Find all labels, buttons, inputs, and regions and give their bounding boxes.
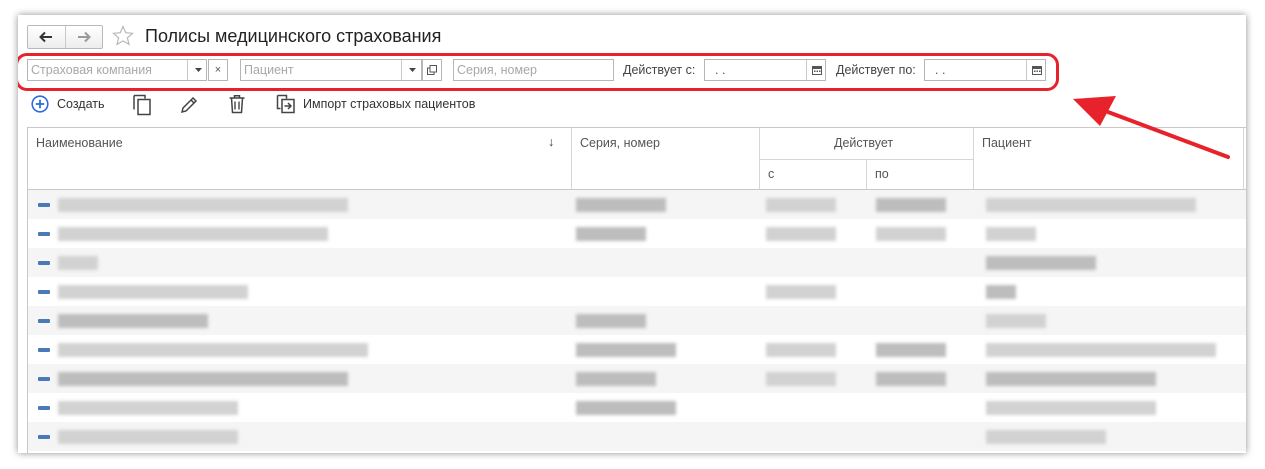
table-row[interactable] (28, 306, 1246, 335)
redacted-cell (58, 285, 248, 299)
redacted-cell (986, 314, 1046, 328)
redacted-cell (576, 372, 656, 386)
navigation-buttons (27, 25, 103, 49)
table-row[interactable] (28, 277, 1246, 306)
redacted-cell (58, 401, 238, 415)
redacted-cell (576, 401, 676, 415)
import-label: Импорт страховых пациентов (303, 97, 476, 111)
redacted-cell (58, 227, 328, 241)
star-icon[interactable] (111, 24, 135, 48)
copy-button[interactable] (132, 94, 152, 116)
table-row[interactable] (28, 248, 1246, 277)
redacted-cell (576, 198, 666, 212)
column-header-valid-from[interactable]: с (768, 167, 774, 181)
redacted-cell (576, 314, 646, 328)
table-row[interactable] (28, 393, 1246, 422)
delete-button[interactable] (228, 94, 246, 114)
table-row[interactable] (28, 364, 1246, 393)
column-header-valid-to[interactable]: по (875, 167, 889, 181)
redacted-cell (986, 285, 1016, 299)
row-status-icon (38, 203, 50, 207)
row-status-icon (38, 406, 50, 410)
row-status-icon (38, 348, 50, 352)
row-status-icon (38, 290, 50, 294)
redacted-cell (876, 372, 946, 386)
redacted-cell (986, 401, 1156, 415)
row-status-icon (38, 319, 50, 323)
filter-highlight-annotation (18, 53, 1059, 91)
table-row[interactable] (28, 335, 1246, 364)
redacted-cell (58, 430, 238, 444)
back-button[interactable] (28, 26, 65, 48)
redacted-cell (576, 343, 676, 357)
redacted-cell (766, 285, 836, 299)
redacted-cell (766, 227, 836, 241)
edit-button[interactable] (179, 95, 199, 115)
column-header-series-number[interactable]: Серия, номер (580, 136, 660, 150)
table-row[interactable] (28, 190, 1246, 219)
row-status-icon (38, 377, 50, 381)
pencil-icon (180, 96, 198, 114)
redacted-cell (876, 343, 946, 357)
arrow-left-icon (39, 31, 53, 43)
create-label: Создать (57, 97, 105, 111)
row-status-icon (38, 261, 50, 265)
redacted-cell (58, 198, 348, 212)
redacted-cell (986, 256, 1096, 270)
row-status-icon (38, 435, 50, 439)
column-header-patient[interactable]: Пациент (982, 136, 1032, 150)
table-row[interactable] (28, 219, 1246, 248)
plus-circle-icon (31, 95, 49, 113)
policies-table: Наименование ↓ Серия, номер Действует с … (27, 127, 1246, 453)
sort-down-icon[interactable]: ↓ (548, 135, 554, 149)
arrow-right-icon (77, 31, 91, 43)
window: Полисы медицинского страхования Страхова… (18, 15, 1246, 453)
redacted-cell (766, 198, 836, 212)
import-insured-patients-button[interactable]: Импорт страховых пациентов (276, 94, 475, 114)
redacted-cell (58, 343, 368, 357)
column-header-valid: Действует (834, 136, 894, 150)
redacted-cell (58, 372, 348, 386)
redacted-cell (876, 198, 946, 212)
copy-icon (133, 94, 151, 116)
page-title: Полисы медицинского страхования (145, 26, 442, 46)
redacted-cell (986, 372, 1156, 386)
redacted-cell (986, 227, 1036, 241)
redacted-cell (876, 227, 946, 241)
redacted-cell (58, 256, 98, 270)
forward-button[interactable] (64, 26, 103, 48)
redacted-cell (766, 343, 836, 357)
redacted-cell (986, 430, 1106, 444)
import-icon (276, 94, 295, 114)
table-row[interactable] (28, 422, 1246, 451)
redacted-cell (986, 343, 1216, 357)
row-status-icon (38, 232, 50, 236)
column-header-name[interactable]: Наименование (36, 136, 123, 150)
create-button[interactable]: Создать (31, 95, 105, 113)
trash-icon (229, 95, 245, 114)
redacted-cell (986, 198, 1196, 212)
redacted-cell (576, 227, 646, 241)
redacted-cell (766, 372, 836, 386)
redacted-cell (58, 314, 208, 328)
